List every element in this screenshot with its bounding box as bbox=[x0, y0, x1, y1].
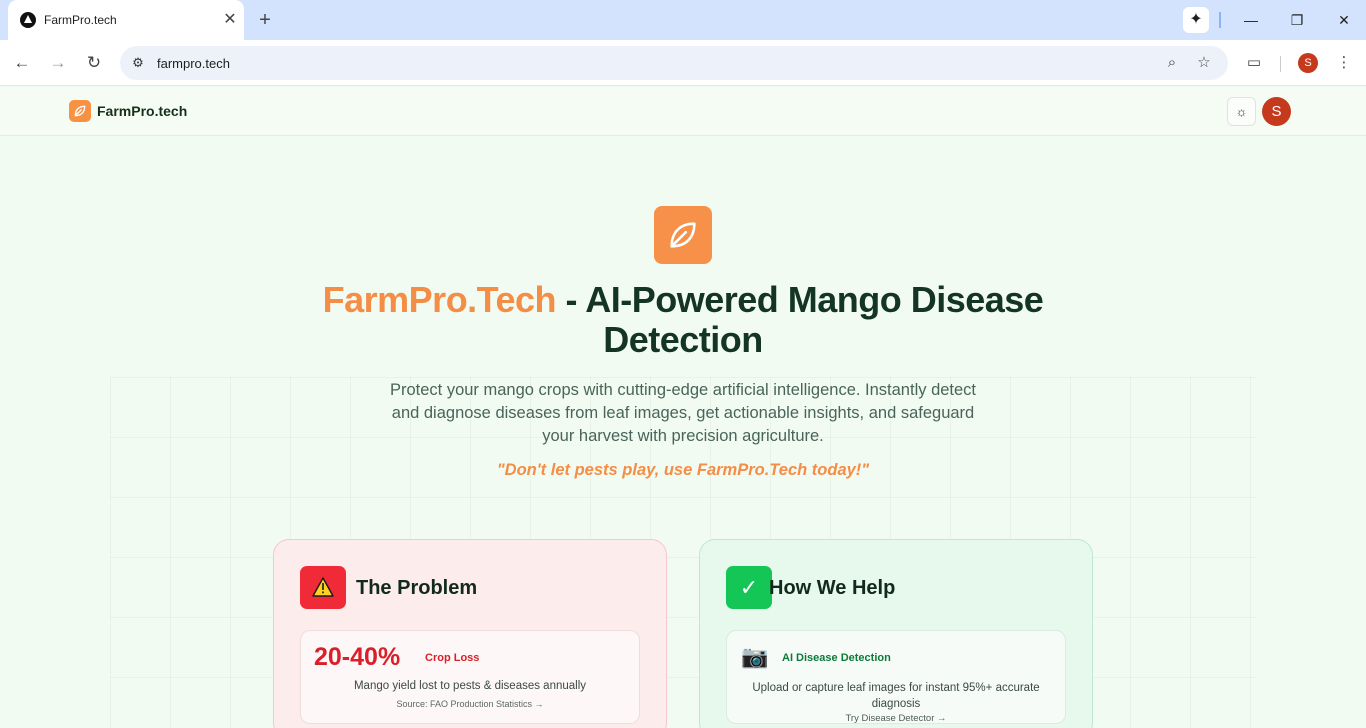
browser-tab-strip: FarmPro.tech ✕ + ✦ — ❐ ✕ bbox=[0, 0, 1366, 40]
stat-label: Crop Loss bbox=[425, 652, 480, 664]
address-bar[interactable]: ⚙ farmpro.tech ⌕ ☆ bbox=[120, 46, 1228, 80]
hero-quote: "Don't let pests play, use FarmPro.Tech … bbox=[496, 461, 870, 479]
help-card: ✓ How We Help 📷 AI Disease Detection Upl… bbox=[699, 539, 1093, 728]
title-accent: FarmPro.Tech bbox=[322, 279, 557, 320]
page-content: FarmPro.tech ☼ S FarmPro.Tech - AI-Power… bbox=[0, 87, 1366, 728]
site-info-icon[interactable]: ⚙ bbox=[128, 53, 148, 73]
favicon-icon bbox=[20, 12, 36, 28]
bookmark-star-icon[interactable]: ☆ bbox=[1194, 53, 1214, 73]
checkmark-icon: ✓ bbox=[726, 566, 772, 609]
help-title: How We Help bbox=[769, 577, 896, 599]
page-title: FarmPro.Tech - AI-Powered Mango Disease … bbox=[250, 280, 1116, 360]
gemini-icon[interactable]: ✦ bbox=[1183, 7, 1209, 33]
avatar[interactable]: S bbox=[1262, 97, 1291, 126]
tab-title: FarmPro.tech bbox=[44, 13, 117, 27]
brand-name[interactable]: FarmPro.tech bbox=[97, 103, 187, 119]
leaf-icon bbox=[654, 206, 712, 264]
browser-toolbar: ← → ↻ ⚙ farmpro.tech ⌕ ☆ ▭ S ⋮ bbox=[0, 40, 1366, 86]
divider bbox=[1280, 56, 1281, 72]
browser-tab[interactable]: FarmPro.tech ✕ bbox=[8, 0, 244, 40]
feature-description: Upload or capture leaf images for instan… bbox=[752, 682, 1040, 710]
tab-search-icon[interactable]: ▭ bbox=[1242, 51, 1266, 75]
stat-description: Mango yield lost to pests & diseases ann… bbox=[353, 680, 587, 692]
divider bbox=[1219, 12, 1221, 28]
sun-icon[interactable]: ☼ bbox=[1227, 97, 1256, 126]
zoom-icon[interactable]: ⌕ bbox=[1162, 53, 1182, 73]
restore-icon[interactable]: ❐ bbox=[1286, 9, 1308, 31]
kebab-menu-icon[interactable]: ⋮ bbox=[1332, 51, 1356, 75]
disease-detector-link[interactable]: Try Disease Detector → bbox=[727, 713, 1065, 724]
warning-icon bbox=[300, 566, 346, 609]
problem-card: The Problem 20-40% Crop Loss Mango yield… bbox=[273, 539, 667, 728]
close-icon[interactable]: ✕ bbox=[220, 10, 240, 30]
close-window-icon[interactable]: ✕ bbox=[1333, 9, 1355, 31]
title-rest: - AI-Powered Mango Disease Detection bbox=[556, 279, 1044, 360]
feature-box: 📷 AI Disease Detection Upload or capture… bbox=[726, 630, 1066, 724]
hero-description: Protect your mango crops with cutting-ed… bbox=[389, 381, 977, 445]
back-icon[interactable]: ← bbox=[10, 51, 34, 75]
minimize-icon[interactable]: — bbox=[1240, 9, 1262, 31]
source-link[interactable]: Source: FAO Production Statistics → bbox=[301, 699, 639, 709]
reload-icon[interactable]: ↻ bbox=[82, 51, 106, 75]
problem-title: The Problem bbox=[356, 577, 478, 599]
leaf-icon[interactable] bbox=[69, 100, 91, 122]
stat-box: 20-40% Crop Loss Mango yield lost to pes… bbox=[300, 630, 640, 724]
camera-icon: 📷 bbox=[741, 644, 769, 669]
url-text[interactable]: farmpro.tech bbox=[157, 56, 230, 71]
forward-icon[interactable]: → bbox=[46, 51, 70, 75]
feature-title: AI Disease Detection bbox=[782, 652, 891, 664]
plus-icon[interactable]: + bbox=[254, 9, 276, 31]
profile-avatar[interactable]: S bbox=[1298, 53, 1318, 73]
stat-value: 20-40% bbox=[314, 643, 401, 671]
site-header: FarmPro.tech ☼ S bbox=[0, 87, 1366, 136]
